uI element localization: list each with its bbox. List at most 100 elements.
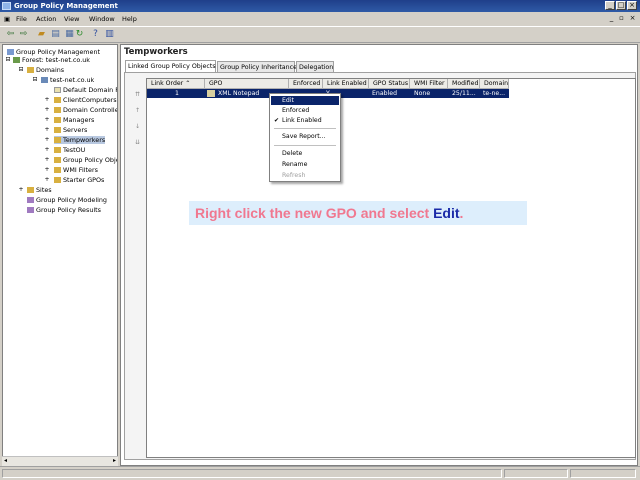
menu-view[interactable]: View xyxy=(64,15,79,23)
properties-icon[interactable]: ▥ xyxy=(104,29,115,40)
refresh-icon[interactable]: ↻ xyxy=(74,29,85,40)
tree-domains[interactable]: Domains xyxy=(27,66,64,74)
tree-horizontal-scrollbar[interactable]: ◂ ▸ xyxy=(2,456,118,466)
linked-gpo-list xyxy=(146,78,636,458)
context-menu-save-report[interactable]: Save Report... xyxy=(271,132,339,141)
cell-modified: 25/11... xyxy=(452,90,476,97)
tree-item-group-policy-objects[interactable]: Group Policy Obje xyxy=(54,156,117,164)
domain-icon xyxy=(41,77,48,83)
tree-item-clientcomputers[interactable]: ClientComputers xyxy=(54,96,117,104)
forward-arrow-icon[interactable]: ⇨ xyxy=(18,29,29,40)
mdi-restore-icon[interactable]: ▫ xyxy=(617,14,626,23)
tab-gp-inheritance[interactable]: Group Policy Inheritance xyxy=(217,61,297,72)
tree-item-tempworkers[interactable]: Tempworkers xyxy=(54,136,106,144)
up-folder-icon[interactable]: ▰ xyxy=(36,29,47,40)
tree-gp-modeling[interactable]: Group Policy Modeling xyxy=(27,196,107,204)
callout-text: Right click the new GPO and select Edit. xyxy=(195,205,464,221)
menu-action[interactable]: Action xyxy=(36,15,56,23)
tab-linked-gpos[interactable]: Linked Group Policy Objects xyxy=(125,60,216,72)
sort-ascending-icon: ⌃ xyxy=(185,80,191,87)
move-bottom-icon[interactable]: ⇊ xyxy=(134,139,141,146)
tree-item-servers[interactable]: Servers xyxy=(54,126,87,134)
app-menu-icon[interactable]: ▣ xyxy=(4,15,10,23)
menu-bar: ▣ File Action View Window Help _ ▫ × xyxy=(0,12,640,26)
window-title: Group Policy Management xyxy=(14,2,118,10)
status-pane-main xyxy=(2,469,502,478)
col-header-link-order[interactable]: Link Order ⌃ xyxy=(147,79,205,89)
col-header-gpo[interactable]: GPO xyxy=(205,79,289,89)
menu-file[interactable]: File xyxy=(16,15,27,23)
col-header-modified[interactable]: Modified xyxy=(448,79,480,89)
col-header-link-enabled[interactable]: Link Enabled xyxy=(323,79,369,89)
tab-delegation[interactable]: Delegation xyxy=(296,61,334,72)
expand-toggle-icon[interactable]: ⊟ xyxy=(32,76,38,83)
gpo-icon xyxy=(207,90,215,97)
checkmark-icon: ✔ xyxy=(274,117,280,124)
scroll-left-icon[interactable]: ◂ xyxy=(4,457,7,464)
close-button[interactable]: × xyxy=(627,1,637,10)
tree-item-wmi-filters[interactable]: WMI Filters xyxy=(54,166,98,174)
callout-emphasis: Edit xyxy=(433,205,460,221)
context-menu-link-enabled[interactable]: ✔ Link Enabled xyxy=(271,116,339,125)
scroll-right-icon[interactable]: ▸ xyxy=(113,457,116,464)
tree-item-domain-controllers[interactable]: Domain Controlle xyxy=(54,106,117,114)
context-menu-enforced[interactable]: Enforced xyxy=(271,106,339,115)
list-vertical-scrollbar[interactable] xyxy=(626,79,635,458)
cell-gpo-status: Enabled xyxy=(372,90,398,97)
context-menu-delete[interactable]: Delete xyxy=(271,149,339,158)
maximize-button[interactable]: □ xyxy=(616,1,626,10)
col-header-domain[interactable]: Domain xyxy=(480,79,509,89)
context-menu-rename[interactable]: Rename xyxy=(271,160,339,169)
expand-toggle-icon[interactable]: + xyxy=(44,96,50,103)
move-top-icon[interactable]: ⇈ xyxy=(134,91,141,98)
help-icon[interactable]: ? xyxy=(90,29,101,40)
folder-icon xyxy=(54,157,61,163)
minimize-button[interactable]: _ xyxy=(605,1,615,10)
tree-forest[interactable]: Forest: test-net.co.uk xyxy=(13,56,90,64)
menu-window[interactable]: Window xyxy=(89,15,115,23)
context-menu-refresh[interactable]: Refresh xyxy=(271,171,339,180)
mdi-minimize-icon[interactable]: _ xyxy=(607,14,616,23)
results-icon xyxy=(27,207,34,213)
cell-wmi-filter: None xyxy=(414,90,431,97)
expand-toggle-icon[interactable]: + xyxy=(44,146,50,153)
expand-toggle-icon[interactable]: ⊟ xyxy=(5,56,11,63)
tree-item-starter-gpos[interactable]: Starter GPOs xyxy=(54,176,104,184)
expand-toggle-icon[interactable]: + xyxy=(44,156,50,163)
tree-item-default-domain-policy[interactable]: Default Domain P xyxy=(54,86,117,94)
move-up-icon[interactable]: ↑ xyxy=(134,107,141,114)
expand-toggle-icon[interactable]: + xyxy=(44,176,50,183)
expand-toggle-icon[interactable]: + xyxy=(44,136,50,143)
menu-help[interactable]: Help xyxy=(122,15,137,23)
folder-icon xyxy=(27,67,34,73)
ou-folder-icon xyxy=(54,117,61,123)
ou-folder-icon xyxy=(54,137,61,143)
expand-toggle-icon[interactable]: ⊟ xyxy=(18,66,24,73)
expand-toggle-icon[interactable]: + xyxy=(44,116,50,123)
context-menu-edit[interactable]: Edit xyxy=(271,96,339,105)
tree-gp-results[interactable]: Group Policy Results xyxy=(27,206,101,214)
forest-icon xyxy=(13,57,20,63)
ou-header: Tempworkers xyxy=(124,47,188,57)
mdi-close-icon[interactable]: × xyxy=(628,14,637,23)
col-header-wmi-filter[interactable]: WMI Filter xyxy=(410,79,448,89)
tree-item-managers[interactable]: Managers xyxy=(54,116,94,124)
menu-separator xyxy=(274,128,336,129)
expand-toggle-icon[interactable]: + xyxy=(44,126,50,133)
expand-toggle-icon[interactable]: + xyxy=(44,106,50,113)
tree-item-testou[interactable]: TestOU xyxy=(54,146,85,154)
expand-toggle-icon[interactable]: + xyxy=(44,166,50,173)
col-header-gpo-status[interactable]: GPO Status xyxy=(369,79,410,89)
ou-folder-icon xyxy=(54,107,61,113)
tree-sites[interactable]: Sites xyxy=(27,186,52,194)
back-arrow-icon[interactable]: ⇦ xyxy=(5,29,16,40)
expand-toggle-icon[interactable]: + xyxy=(18,186,24,193)
show-hide-tree-icon[interactable]: ▤ xyxy=(50,29,61,40)
console-tree: Group Policy Management ⊟ Forest: test-n… xyxy=(2,44,118,466)
tree-domain[interactable]: test-net.co.uk xyxy=(41,76,94,84)
toolbar: ⇦ ⇨ ▰ ▤ ▦ ↻ ? ▥ xyxy=(0,26,640,43)
move-down-icon[interactable]: ↓ xyxy=(134,123,141,130)
col-header-enforced[interactable]: Enforced xyxy=(289,79,323,89)
gpo-link-icon xyxy=(54,87,61,93)
tree-root[interactable]: Group Policy Management xyxy=(7,48,100,56)
